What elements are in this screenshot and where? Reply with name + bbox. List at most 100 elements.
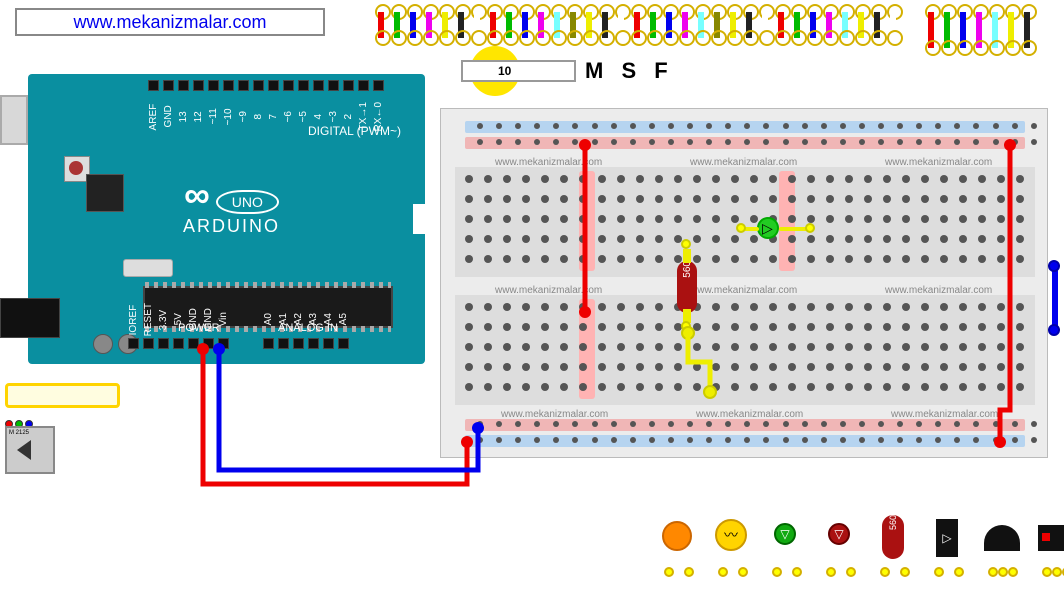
- wire-pin[interactable]: [519, 4, 533, 46]
- rail-hole[interactable]: [821, 437, 827, 443]
- rail-hole[interactable]: [802, 437, 808, 443]
- pin[interactable]: [203, 338, 214, 349]
- pin[interactable]: [343, 80, 354, 91]
- pin[interactable]: [193, 80, 204, 91]
- wire-end[interactable]: [1048, 324, 1060, 336]
- breadboard-column[interactable]: [940, 303, 948, 391]
- led-green[interactable]: [757, 217, 779, 239]
- breadboard-column[interactable]: [560, 175, 568, 263]
- resistor-icon[interactable]: 560: [876, 515, 914, 571]
- speed-input[interactable]: 10: [461, 60, 576, 82]
- pin[interactable]: [373, 80, 384, 91]
- rail-hole[interactable]: [973, 437, 979, 443]
- rail-hole[interactable]: [630, 123, 636, 129]
- pin[interactable]: [308, 338, 319, 349]
- wire-pin[interactable]: [695, 4, 709, 46]
- pin[interactable]: [238, 80, 249, 91]
- rail-hole[interactable]: [744, 123, 750, 129]
- breadboard-column[interactable]: [902, 175, 910, 263]
- rail-hole[interactable]: [630, 421, 636, 427]
- rail-hole[interactable]: [840, 123, 846, 129]
- breadboard-column[interactable]: [731, 303, 739, 391]
- wire-pin[interactable]: [631, 4, 645, 46]
- breadboard-column[interactable]: [940, 175, 948, 263]
- breadboard-column[interactable]: [541, 175, 549, 263]
- rail-hole[interactable]: [935, 437, 941, 443]
- breadboard-column[interactable]: [484, 303, 492, 391]
- wire-pin[interactable]: [807, 4, 821, 46]
- pin[interactable]: [128, 338, 139, 349]
- rail-hole[interactable]: [1031, 123, 1037, 129]
- wire-pin[interactable]: [567, 4, 581, 46]
- pin[interactable]: [358, 80, 369, 91]
- rail-hole[interactable]: [783, 139, 789, 145]
- transistor2-icon[interactable]: [1038, 515, 1064, 571]
- rail-hole[interactable]: [878, 139, 884, 145]
- rail-hole[interactable]: [572, 123, 578, 129]
- wire-pin[interactable]: [439, 4, 453, 46]
- rail-hole[interactable]: [916, 437, 922, 443]
- wire-pin-long[interactable]: [941, 4, 955, 56]
- breadboard-column[interactable]: [864, 303, 872, 391]
- breadboard-column[interactable]: [579, 303, 587, 391]
- wire-pin[interactable]: [375, 4, 389, 46]
- pin[interactable]: [328, 80, 339, 91]
- rail-hole[interactable]: [592, 437, 598, 443]
- rail-hole[interactable]: [611, 437, 617, 443]
- rail-hole[interactable]: [706, 139, 712, 145]
- wire-pin-long[interactable]: [957, 4, 971, 56]
- rail-hole[interactable]: [897, 139, 903, 145]
- pin[interactable]: [298, 80, 309, 91]
- pin[interactable]: [218, 338, 229, 349]
- wire-pin-long[interactable]: [925, 4, 939, 56]
- pin[interactable]: [148, 80, 159, 91]
- pin[interactable]: [158, 338, 169, 349]
- wire-pin[interactable]: [887, 4, 901, 46]
- rail-hole[interactable]: [477, 123, 483, 129]
- rail-hole[interactable]: [553, 437, 559, 443]
- rail-hole[interactable]: [993, 139, 999, 145]
- rail-hole[interactable]: [534, 139, 540, 145]
- wire-pin[interactable]: [775, 4, 789, 46]
- rail-hole[interactable]: [668, 139, 674, 145]
- breadboard-column[interactable]: [902, 303, 910, 391]
- rail-hole[interactable]: [630, 139, 636, 145]
- rail-hole[interactable]: [534, 437, 540, 443]
- wire-pin-long[interactable]: [1021, 4, 1035, 56]
- site-url[interactable]: www.mekanizmalar.com: [15, 8, 325, 36]
- breadboard-column[interactable]: [503, 175, 511, 263]
- rail-hole[interactable]: [763, 123, 769, 129]
- rail-hole[interactable]: [496, 421, 502, 427]
- rail-hole[interactable]: [1012, 139, 1018, 145]
- rail-hole[interactable]: [496, 123, 502, 129]
- wire-pin[interactable]: [871, 4, 885, 46]
- rail-hole[interactable]: [592, 123, 598, 129]
- rail-hole[interactable]: [668, 437, 674, 443]
- pin[interactable]: [323, 338, 334, 349]
- rail-hole[interactable]: [993, 421, 999, 427]
- rail-hole[interactable]: [859, 437, 865, 443]
- rail-hole[interactable]: [553, 123, 559, 129]
- rail-hole[interactable]: [515, 139, 521, 145]
- breadboard-column[interactable]: [598, 303, 606, 391]
- breadboard-column[interactable]: [978, 175, 986, 263]
- pin[interactable]: [278, 338, 289, 349]
- ceramic-cap-icon[interactable]: 〰: [714, 515, 752, 571]
- capacitor-icon[interactable]: [660, 515, 698, 571]
- breadboard-column[interactable]: [997, 303, 1005, 391]
- rail-hole[interactable]: [821, 421, 827, 427]
- breadboard-column[interactable]: [826, 303, 834, 391]
- rail-hole[interactable]: [897, 437, 903, 443]
- wire-pin[interactable]: [423, 4, 437, 46]
- rail-hole[interactable]: [878, 437, 884, 443]
- breadboard-column[interactable]: [484, 175, 492, 263]
- wire-pin[interactable]: [391, 4, 405, 46]
- breadboard-column[interactable]: [674, 303, 682, 391]
- led-pin[interactable]: [805, 223, 815, 233]
- breadboard-column[interactable]: [731, 175, 739, 263]
- breadboard-column[interactable]: [503, 303, 511, 391]
- header-top[interactable]: [148, 80, 384, 100]
- breadboard-column[interactable]: [522, 303, 530, 391]
- wire-pin-long[interactable]: [989, 4, 1003, 56]
- rail-hole[interactable]: [687, 123, 693, 129]
